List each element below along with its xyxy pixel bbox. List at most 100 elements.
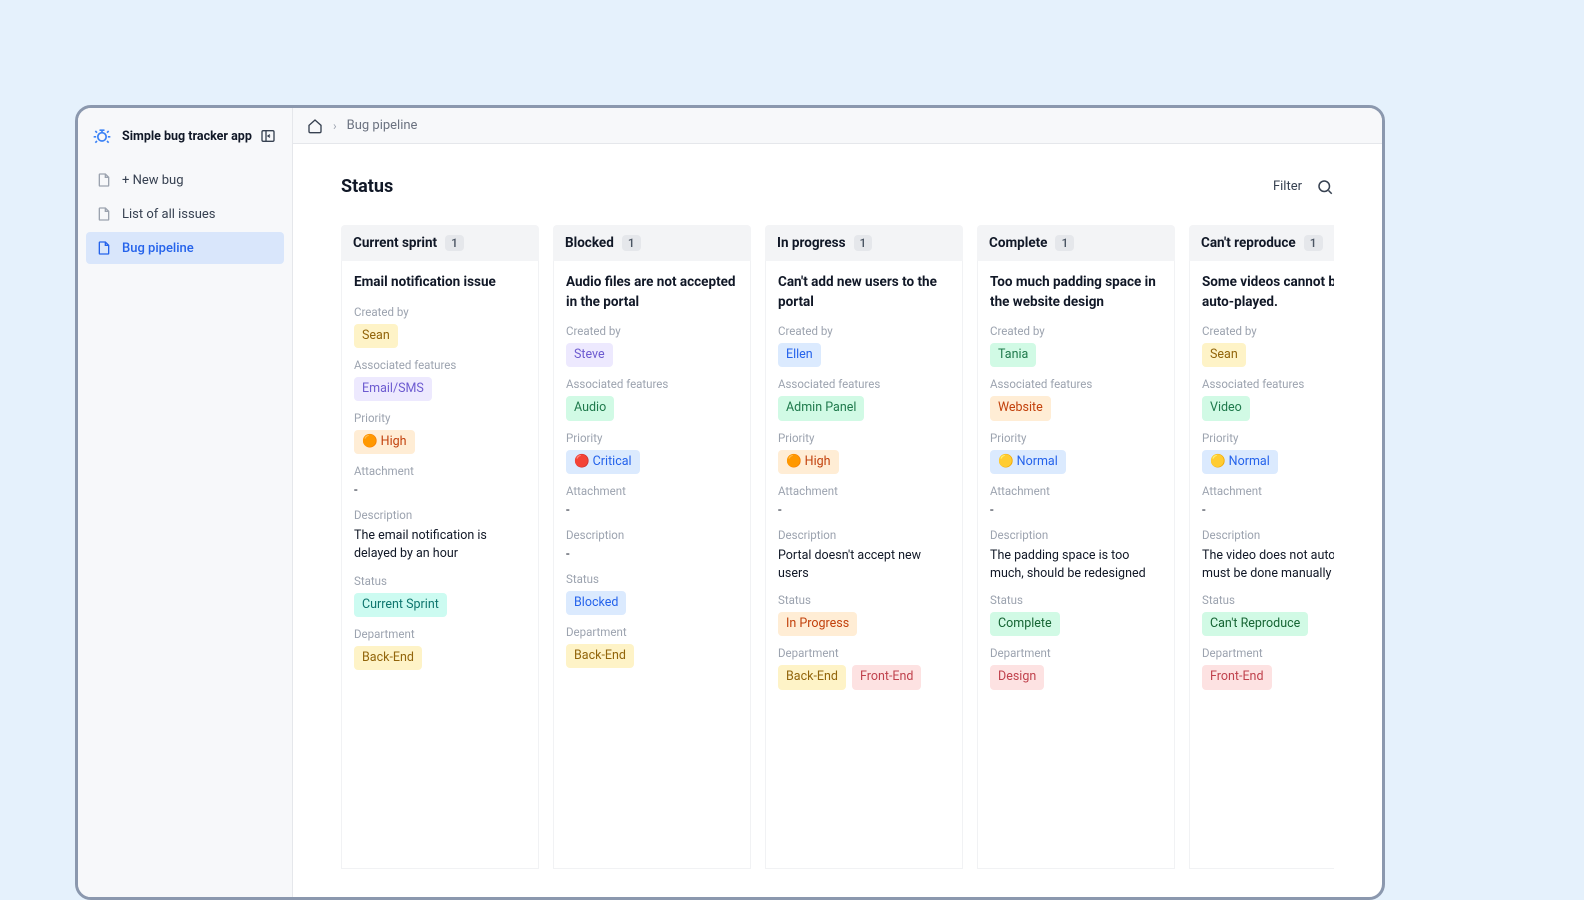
search-icon[interactable] — [1316, 178, 1334, 196]
app-title: Simple bug tracker app — [122, 129, 252, 144]
attachment-value: - — [566, 503, 738, 518]
field-created-by: Created by Steve — [566, 324, 738, 367]
field-label: Associated features — [1202, 377, 1334, 391]
page-icon — [96, 172, 112, 188]
sidebar-item-all-issues[interactable]: List of all issues — [86, 198, 284, 230]
issue-card[interactable]: Can't add new users to the portal Create… — [765, 261, 963, 869]
kanban-scroll[interactable]: Current sprint 1 Email notification issu… — [341, 225, 1334, 879]
field-label: Description — [354, 508, 526, 522]
field-status: Status Can't Reproduce — [1202, 593, 1334, 636]
kanban-column: Blocked 1 Audio files are not accepted i… — [553, 225, 751, 869]
collapse-icon — [260, 128, 276, 144]
column-header[interactable]: Current sprint 1 — [341, 225, 539, 261]
kanban-column: In progress 1 Can't add new users to the… — [765, 225, 963, 869]
column-header[interactable]: Can't reproduce 1 — [1189, 225, 1334, 261]
card-title: Some videos cannot be auto-played. — [1202, 273, 1334, 312]
field-attachment: Attachment - — [566, 484, 738, 518]
kanban-board: Current sprint 1 Email notification issu… — [341, 225, 1334, 869]
sidebar-item-bug-pipeline[interactable]: Bug pipeline — [86, 232, 284, 264]
status-pill: Blocked — [566, 591, 626, 615]
nav-label: + New bug — [122, 173, 184, 188]
header-actions: Filter — [1273, 178, 1334, 196]
priority-pill: 🟠 High — [354, 430, 415, 454]
department-pills: Back-EndFront-End — [778, 665, 950, 689]
field-label: Priority — [990, 431, 1162, 445]
column-header[interactable]: Blocked 1 — [553, 225, 751, 261]
brand[interactable]: Simple bug tracker app — [92, 126, 252, 146]
feature-pill: Website — [990, 396, 1051, 420]
home-icon[interactable] — [307, 118, 323, 134]
field-label: Associated features — [990, 377, 1162, 391]
collapse-sidebar-button[interactable] — [258, 126, 278, 146]
column-header[interactable]: Complete 1 — [977, 225, 1175, 261]
field-attachment: Attachment - — [778, 484, 950, 518]
priority-pill: 🟡 Normal — [990, 450, 1066, 474]
field-label: Attachment — [778, 484, 950, 498]
filter-button[interactable]: Filter — [1273, 179, 1302, 194]
sidebar-nav: + New bug List of all issues Bug pipelin… — [86, 164, 284, 264]
field-label: Department — [778, 646, 950, 660]
field-status: Status Current Sprint — [354, 574, 526, 617]
field-label: Attachment — [990, 484, 1162, 498]
field-priority: Priority 🔴 Critical — [566, 431, 738, 474]
issue-card[interactable]: Email notification issue Created by Sean… — [341, 261, 539, 869]
field-label: Associated features — [354, 358, 526, 372]
description-text: The email notification is delayed by an … — [354, 527, 526, 563]
field-label: Priority — [566, 431, 738, 445]
page-icon — [96, 240, 112, 256]
sidebar-item-new-bug[interactable]: + New bug — [86, 164, 284, 196]
field-attachment: Attachment - — [354, 464, 526, 498]
sidebar-header: Simple bug tracker app — [86, 122, 284, 164]
column-count: 1 — [622, 235, 641, 251]
field-priority: Priority 🟡 Normal — [1202, 431, 1334, 474]
issue-card[interactable]: Too much padding space in the website de… — [977, 261, 1175, 869]
chevron-right-icon: › — [333, 119, 337, 133]
field-label: Created by — [354, 305, 526, 319]
column-count: 1 — [1304, 235, 1323, 251]
department-pills: Front-End — [1202, 665, 1334, 689]
field-label: Description — [990, 528, 1162, 542]
field-features: Associated features Audio — [566, 377, 738, 420]
creator-pill: Tania — [990, 343, 1036, 367]
field-priority: Priority 🟠 High — [354, 411, 526, 454]
content: Status Filter Current sprint 1 Email not… — [293, 144, 1382, 897]
kanban-column: Can't reproduce 1 Some videos cannot be … — [1189, 225, 1334, 869]
field-label: Attachment — [354, 464, 526, 478]
column-header[interactable]: In progress 1 — [765, 225, 963, 261]
creator-pill: Steve — [566, 343, 613, 367]
priority-pill: 🟠 High — [778, 450, 839, 474]
issue-card[interactable]: Some videos cannot be auto-played. Creat… — [1189, 261, 1334, 869]
field-features: Associated features Video — [1202, 377, 1334, 420]
field-department: Department Back-End — [566, 625, 738, 668]
field-label: Created by — [778, 324, 950, 338]
feature-pill: Video — [1202, 396, 1250, 420]
breadcrumb-current[interactable]: Bug pipeline — [347, 118, 418, 133]
priority-pill: 🔴 Critical — [566, 450, 640, 474]
page-icon — [96, 206, 112, 222]
field-status: Status Blocked — [566, 572, 738, 615]
creator-pill: Sean — [354, 324, 398, 348]
field-features: Associated features Website — [990, 377, 1162, 420]
field-label: Status — [778, 593, 950, 607]
attachment-value: - — [1202, 503, 1334, 518]
field-label: Attachment — [1202, 484, 1334, 498]
field-description: Description The padding space is too muc… — [990, 528, 1162, 583]
description-empty: - — [566, 547, 738, 562]
card-title: Too much padding space in the website de… — [990, 273, 1162, 312]
kanban-column: Complete 1 Too much padding space in the… — [977, 225, 1175, 869]
status-pill: Current Sprint — [354, 593, 447, 617]
card-title: Can't add new users to the portal — [778, 273, 950, 312]
issue-card[interactable]: Audio files are not accepted in the port… — [553, 261, 751, 869]
creator-pill: Ellen — [778, 343, 821, 367]
field-department: Department Back-EndFront-End — [778, 646, 950, 689]
status-pill: Can't Reproduce — [1202, 612, 1308, 636]
column-title: Can't reproduce — [1201, 235, 1296, 251]
attachment-value: - — [354, 483, 526, 498]
column-count: 1 — [445, 235, 464, 251]
field-department: Department Front-End — [1202, 646, 1334, 689]
field-label: Department — [1202, 646, 1334, 660]
field-status: Status In Progress — [778, 593, 950, 636]
column-title: In progress — [777, 235, 846, 251]
field-department: Department Design — [990, 646, 1162, 689]
nav-label: List of all issues — [122, 207, 215, 222]
